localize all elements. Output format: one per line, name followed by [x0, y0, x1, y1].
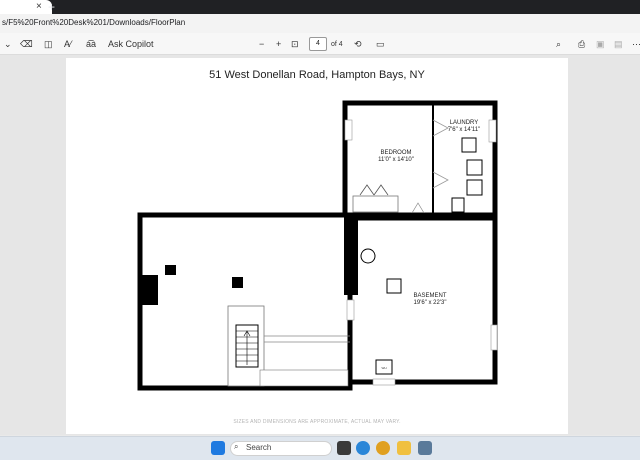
water-heater	[360, 248, 376, 264]
door-swing	[411, 202, 425, 214]
room-name-basement: BASEMENT	[413, 293, 446, 299]
calculator-icon[interactable]	[418, 441, 432, 455]
left-wall-block	[140, 275, 158, 305]
furnace	[386, 278, 402, 294]
window	[488, 119, 497, 143]
chrome-browser-icon[interactable]	[376, 441, 390, 455]
search-icon: ⌕	[234, 442, 239, 451]
room-name-laundry: LAUNDRY	[450, 120, 479, 126]
column	[165, 265, 176, 275]
column	[232, 277, 243, 288]
window	[344, 119, 353, 141]
window	[346, 299, 355, 321]
sink-fixture	[461, 137, 477, 153]
edge-browser-icon[interactable]	[356, 441, 370, 455]
utility-label: WH	[382, 366, 387, 370]
windows-start-icon[interactable]	[211, 441, 225, 455]
dryer-fixture	[466, 179, 483, 196]
door-swing	[432, 119, 449, 137]
floorplan-drawing: WH BEDROOM 11'0" x 14'10" LAUNDRY 7'6" x…	[137, 100, 498, 391]
chimney-wall	[344, 215, 358, 295]
window	[372, 378, 396, 386]
closet	[352, 195, 399, 213]
appliance-fixture	[451, 197, 465, 213]
door-swing	[432, 171, 449, 189]
disclaimer: SIZES AND DIMENSIONS ARE APPROXIMATE, AC…	[233, 419, 401, 425]
file-explorer-icon[interactable]	[397, 441, 411, 455]
room-size-laundry: 7'6" x 14'11"	[448, 127, 480, 133]
task-view-icon[interactable]	[337, 441, 351, 455]
room-size-bedroom: 11'0" x 14'10"	[378, 157, 414, 163]
washer-fixture	[466, 159, 483, 176]
room-name-bedroom: BEDROOM	[380, 150, 411, 156]
bench	[259, 369, 349, 387]
closet-doors	[359, 184, 389, 196]
window	[490, 324, 498, 351]
room-size-basement: 19'6" x 22'3"	[414, 300, 447, 306]
search-placeholder: Search	[246, 443, 272, 452]
